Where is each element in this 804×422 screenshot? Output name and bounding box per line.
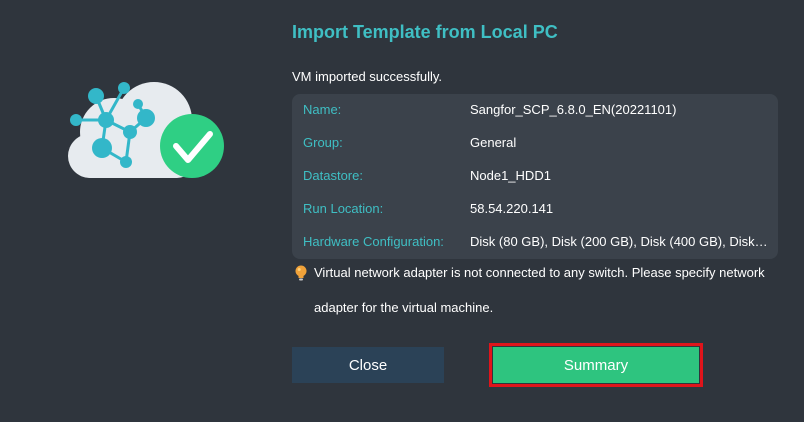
info-label: Name: [303, 102, 342, 117]
info-label: Hardware Configuration: [303, 234, 444, 249]
dialog-title: Import Template from Local PC [292, 22, 558, 42]
info-value: General [470, 135, 517, 150]
warning-text: Virtual network adapter is not connected… [314, 265, 765, 315]
info-value: 58.54.220.141 [470, 201, 554, 216]
info-label: Group: [303, 135, 343, 150]
summary-button[interactable]: Summary [493, 347, 699, 383]
info-value: Disk (80 GB), Disk (200 GB), Disk (400 G… [470, 234, 768, 249]
info-label: Run Location: [303, 201, 384, 216]
info-value: Node1_HDD1 [470, 168, 551, 183]
success-message: VM imported successfully. [292, 69, 443, 84]
info-label: Datastore: [303, 168, 363, 183]
info-row-group: Group: General [292, 127, 778, 160]
import-template-dialog: Import Template from Local PC VM importe… [0, 0, 804, 422]
close-button[interactable]: Close [292, 347, 444, 383]
lightbulb-icon [295, 265, 307, 281]
cloud-network-success-icon [68, 82, 224, 178]
vm-info-panel: Name: Sangfor_SCP_6.8.0_EN(20221101) Gro… [292, 94, 778, 259]
info-row-datastore: Datastore: Node1_HDD1 [292, 160, 778, 193]
info-row-run-location: Run Location: 58.54.220.141 [292, 193, 778, 226]
info-value: Sangfor_SCP_6.8.0_EN(20221101) [470, 102, 677, 117]
info-row-name: Name: Sangfor_SCP_6.8.0_EN(20221101) [292, 94, 778, 127]
